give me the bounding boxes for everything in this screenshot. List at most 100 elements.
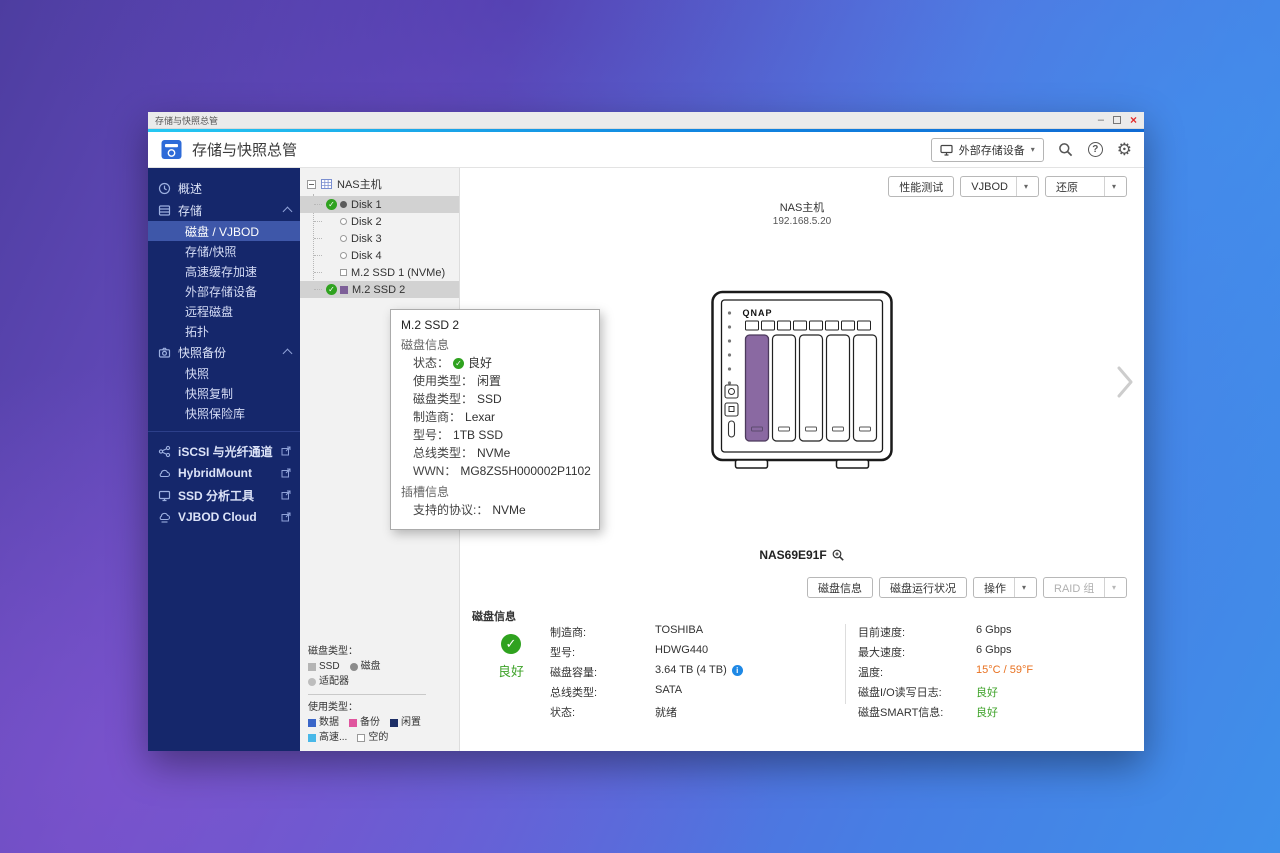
next-device-chevron-icon[interactable] [1114, 362, 1136, 402]
sidebar-label: 快照备份 [178, 345, 227, 360]
field-label: 总线类型: [550, 687, 598, 699]
tree-item-disk3[interactable]: Disk 3 [300, 230, 459, 247]
drive-bay-2[interactable] [771, 334, 797, 442]
maximize-icon[interactable] [1112, 116, 1121, 124]
zoom-in-icon[interactable] [832, 549, 845, 562]
sidebar-item-remote-disk[interactable]: 远程磁盘 [148, 301, 300, 321]
sidebar-item-snapshot-replica[interactable]: 快照复制 [148, 383, 300, 403]
backup-swatch [349, 718, 357, 727]
chevron-up-icon[interactable] [282, 206, 293, 217]
field-value-capacity: 3.64 TB (4 TB) i [655, 664, 845, 680]
sidebar-label: 快照 [185, 366, 210, 381]
tree-item-label: Disk 4 [351, 249, 382, 262]
dropdown-arrow-icon: ▾ [1103, 177, 1116, 196]
tree-item-m2-ssd2[interactable]: M.2 SSD 2 [300, 281, 459, 298]
sidebar-item-snapshot-vault[interactable]: 快照保险库 [148, 403, 300, 423]
nas-device-illustration[interactable]: QNAP [710, 289, 895, 477]
search-icon[interactable] [1058, 142, 1074, 158]
disk-hover-tooltip: M.2 SSD 2 磁盘信息 状态： 良好 使用类型： 闲置 磁盘类型： SSD… [390, 309, 600, 530]
vjbod-dropdown-button[interactable]: VJBOD ▾ [960, 176, 1039, 197]
sidebar-item-overview[interactable]: 概述 [148, 177, 300, 199]
disk-health-button[interactable]: 磁盘运行状况 [878, 577, 967, 598]
sidebar-item-ssd-profiling[interactable]: SSD 分析工具 [148, 484, 300, 506]
window-titlebar: 存储与快照总管 – × [148, 112, 1144, 129]
sidebar-item-storage-snapshot[interactable]: 存储/快照 [148, 241, 300, 261]
collapse-icon[interactable] [307, 179, 316, 189]
tooltip-label: 总线类型： [413, 446, 474, 460]
legend-item-disk: 磁盘 [349, 659, 381, 674]
field-label: 状态: [550, 707, 576, 719]
external-link-icon [281, 446, 291, 456]
sidebar-item-topology[interactable]: 拓扑 [148, 321, 300, 341]
sidebar-item-iscsi[interactable]: iSCSI 与光纤通道 [148, 440, 300, 462]
sidebar-item-vjbod-cloud[interactable]: VJBOD Cloud [148, 506, 300, 528]
sidebar-item-storage[interactable]: 存储 [148, 199, 300, 221]
tree-item-label: M.2 SSD 2 [352, 283, 406, 296]
operation-dropdown-button[interactable]: 操作 ▾ [972, 577, 1037, 598]
sidebar-label: 存储/快照 [185, 244, 237, 259]
good-status-icon [501, 634, 521, 654]
drive-bay-3[interactable] [798, 334, 824, 442]
tree-root-label: NAS主机 [337, 179, 382, 191]
legend-item-adapter: 适配器 [308, 674, 349, 689]
device-id: NAS69E91F [759, 548, 827, 562]
tooltip-value: SSD [477, 392, 502, 406]
vjbod-cloud-icon [157, 511, 171, 524]
drive-bay-1-occupied[interactable] [744, 334, 770, 442]
tree-item-m2-ssd1[interactable]: M.2 SSD 1 (NVMe) [300, 264, 459, 281]
disk-swatch [349, 662, 358, 671]
tree-item-disk4[interactable]: Disk 4 [300, 247, 459, 264]
tree-item-label: Disk 1 [351, 198, 382, 211]
external-link-icon [281, 468, 291, 478]
restore-dropdown-button[interactable]: 还原 ▾ [1045, 176, 1127, 197]
disk-status-block: 良好 [472, 624, 550, 680]
tooltip-label: 磁盘类型： [413, 392, 474, 406]
field-value: 6 Gbps [976, 624, 1012, 636]
legend-item-data: 数据 [308, 715, 339, 730]
tooltip-label: 支持的协议:： [413, 503, 489, 517]
ssd-swatch [308, 662, 316, 671]
gear-icon[interactable]: ⚙ [1117, 141, 1132, 158]
field-value: TOSHIBA [655, 624, 704, 636]
legend-item-idle: 闲置 [390, 715, 421, 730]
nas-grid-icon [321, 179, 332, 189]
sidebar-label: 快照复制 [185, 386, 234, 401]
sidebar-item-disks-vjbod[interactable]: 磁盘 / VJBOD [148, 221, 300, 241]
drive-bay-4[interactable] [825, 334, 851, 442]
hybridmount-cloud-icon [157, 467, 171, 480]
minimize-icon[interactable]: – [1098, 115, 1104, 126]
close-icon[interactable]: × [1130, 114, 1137, 126]
info-icon[interactable]: i [731, 665, 743, 676]
sidebar-label: VJBOD Cloud [178, 510, 257, 524]
sidebar-item-cache-acceleration[interactable]: 高速缓存加速 [148, 261, 300, 281]
tooltip-value: 1TB SSD [453, 428, 504, 442]
disk-action-bar: 磁盘信息 磁盘运行状况 操作 ▾ RAID 组 ▾ [806, 577, 1127, 598]
host-block: NAS主机 192.168.5.20 [460, 199, 1144, 227]
tree-item-disk2[interactable]: Disk 2 [300, 213, 459, 230]
app-logo-icon [161, 140, 182, 159]
tooltip-label: 状态： [413, 356, 450, 370]
performance-test-button[interactable]: 性能测试 [888, 176, 955, 197]
sidebar-divider [148, 431, 300, 432]
field-label: 目前速度: [858, 627, 906, 639]
sidebar-item-external-storage[interactable]: 外部存储设备 [148, 281, 300, 301]
disk-info-right-grid: 目前速度: 6 Gbps 最大速度: 6 Gbps 温度: 15°C / 59°… [858, 624, 1127, 720]
sidebar-item-snapshot-backup[interactable]: 快照备份 [148, 341, 300, 363]
sidebar-item-snapshot[interactable]: 快照 [148, 363, 300, 383]
qnap-logo-text: QNAP [743, 308, 773, 318]
sidebar-item-hybridmount[interactable]: HybridMount [148, 462, 300, 484]
tree-item-disk1[interactable]: Disk 1 [300, 196, 459, 213]
field-label: 型号: [550, 647, 576, 659]
external-storage-button[interactable]: 外部存储设备 ▾ [930, 137, 1044, 162]
tree-root-nas-host[interactable]: NAS主机 [300, 173, 459, 196]
help-icon[interactable]: ? [1087, 142, 1103, 157]
external-link-icon [281, 490, 291, 500]
storage-stack-icon [157, 204, 171, 217]
main-toolbar: 性能测试 VJBOD ▾ 还原 ▾ [888, 176, 1127, 197]
chevron-up-icon[interactable] [282, 348, 293, 359]
drive-bay-5[interactable] [852, 334, 878, 442]
disk-info-button[interactable]: 磁盘信息 [806, 577, 873, 598]
io-log-status-value: 良好 [976, 687, 998, 699]
disk-info-panel: 良好 制造商: TOSHIBA 型号: HDWG440 磁盘容量: 3.64 T… [472, 624, 1127, 720]
legend-disk-type-title: 磁盘类型： [308, 646, 358, 657]
